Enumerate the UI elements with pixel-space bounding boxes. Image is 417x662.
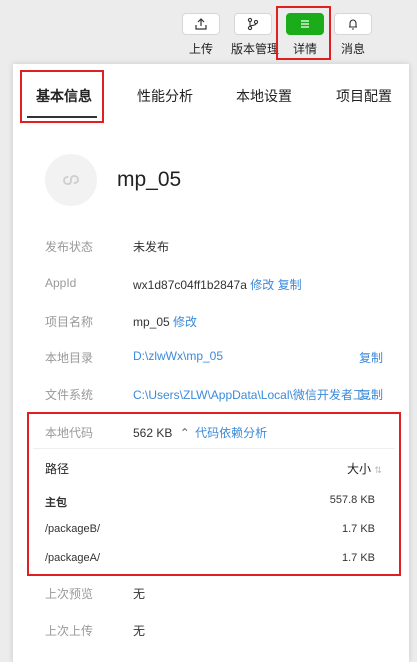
code-dependency-analysis-link[interactable]: 代码依赖分析 xyxy=(195,426,267,440)
project-name-edit-link[interactable]: 修改 xyxy=(173,315,197,329)
file-system-link[interactable]: C:\Users\ZLW\AppData\Local\微信开发者工... xyxy=(133,386,375,403)
tab-bar: 基本信息 性能分析 本地设置 项目配置 xyxy=(13,64,409,124)
package-row-size: 1.7 KB xyxy=(341,523,375,535)
local-code-row: 562 KB ⌃ 代码依赖分析 xyxy=(133,424,267,441)
version-button[interactable] xyxy=(234,13,272,35)
messages-label: 消息 xyxy=(340,42,365,56)
appid-row: wx1d87c04ff1b2847a 修改 复制 xyxy=(133,276,302,293)
messages-button[interactable] xyxy=(334,13,372,35)
sort-icon[interactable]: ⇅ xyxy=(374,465,382,475)
file-system-copy-link[interactable]: 复制 xyxy=(359,386,383,403)
package-table-divider xyxy=(33,448,395,449)
package-row-size: 557.8 KB xyxy=(329,494,375,506)
version-label: 版本管理 xyxy=(231,42,280,56)
tab-performance[interactable]: 性能分析 xyxy=(137,86,193,106)
local-dir-link[interactable]: D:\zlwWx\mp_05 xyxy=(133,349,223,363)
top-toolbar: 上传 版本管理 详情 消息 xyxy=(0,0,417,62)
project-name-label: 项目名称 xyxy=(45,315,94,329)
tab-local-settings[interactable]: 本地设置 xyxy=(236,86,292,106)
tab-project-config[interactable]: 项目配置 xyxy=(336,86,392,106)
status-label: 发布状态 xyxy=(45,240,94,254)
project-name-row: mp_05 修改 xyxy=(133,313,197,330)
local-dir-copy-link[interactable]: 复制 xyxy=(359,349,383,366)
local-code-label: 本地代码 xyxy=(45,426,94,440)
appid-label: AppId xyxy=(45,276,77,290)
upload-button[interactable] xyxy=(182,13,220,35)
tab-basic-info[interactable]: 基本信息 xyxy=(36,86,92,106)
messages-tool[interactable]: 消息 xyxy=(331,13,375,57)
branch-icon xyxy=(247,17,259,31)
app-avatar xyxy=(45,154,97,206)
file-system-label: 文件系统 xyxy=(45,388,94,402)
app-name: mp_05 xyxy=(117,168,182,191)
package-size-header[interactable]: 大小 ⇅ xyxy=(347,460,382,477)
last-preview-value: 无 xyxy=(133,587,146,601)
package-row-size: 1.7 KB xyxy=(341,552,375,564)
status-value: 未发布 xyxy=(133,240,170,254)
local-code-size: 562 KB xyxy=(133,426,173,440)
upload-icon xyxy=(195,18,207,30)
bell-icon xyxy=(349,19,357,30)
mini-program-logo-icon xyxy=(62,175,80,185)
chevron-up-icon[interactable]: ⌃ xyxy=(180,426,190,440)
upload-label: 上传 xyxy=(188,42,213,56)
package-size-header-label: 大小 xyxy=(347,462,372,476)
appid-edit-link[interactable]: 修改 xyxy=(250,278,274,292)
local-dir-label: 本地目录 xyxy=(45,351,94,365)
version-tool[interactable]: 版本管理 xyxy=(231,13,280,57)
project-name-value: mp_05 xyxy=(133,315,170,329)
last-upload-value: 无 xyxy=(133,624,146,638)
details-label: 详情 xyxy=(292,42,317,56)
details-panel: 基本信息 性能分析 本地设置 项目配置 mp_05 发布状态 未发布 AppId… xyxy=(13,64,409,662)
details-tool[interactable]: 详情 xyxy=(283,13,327,57)
last-preview-label: 上次预览 xyxy=(45,587,94,601)
details-button[interactable] xyxy=(286,13,324,35)
active-tab-underline xyxy=(27,116,97,118)
appid-value: wx1d87c04ff1b2847a xyxy=(133,278,247,292)
menu-icon xyxy=(301,20,309,28)
appid-copy-link[interactable]: 复制 xyxy=(278,278,302,292)
package-row-path: /packageA/ xyxy=(45,552,101,564)
package-row-path: /packageB/ xyxy=(45,523,101,535)
package-path-header: 路径 xyxy=(45,462,70,476)
package-row-path: 主包 xyxy=(45,497,67,509)
upload-tool[interactable]: 上传 xyxy=(179,13,223,57)
last-upload-label: 上次上传 xyxy=(45,624,94,638)
